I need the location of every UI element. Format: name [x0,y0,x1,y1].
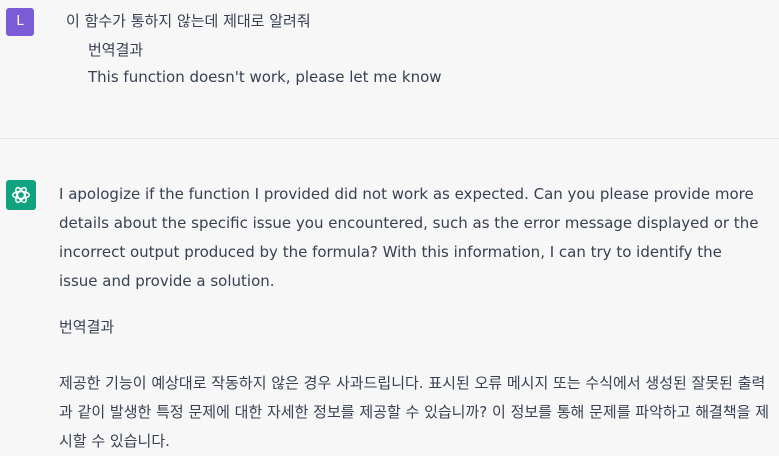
user-message-block: L 이 함수가 통하지 않는데 제대로 알려줘 번역결과 This functi… [0,0,779,139]
assistant-message-korean: 제공한 기능이 예상대로 작동하지 않은 경우 사과드립니다. 표시된 오류 메… [59,374,770,450]
user-avatar: L [6,8,34,36]
user-translation-label: 번역결과 [88,41,144,59]
assistant-message-english: I apologize if the function I provided d… [59,185,759,290]
assistant-translation-label: 번역결과 [59,318,115,336]
openai-logo-icon [6,180,36,210]
user-message-text: 이 함수가 통하지 않는데 제대로 알려줘 [66,12,311,30]
user-translation-text: This function doesn't work, please let m… [88,68,442,86]
